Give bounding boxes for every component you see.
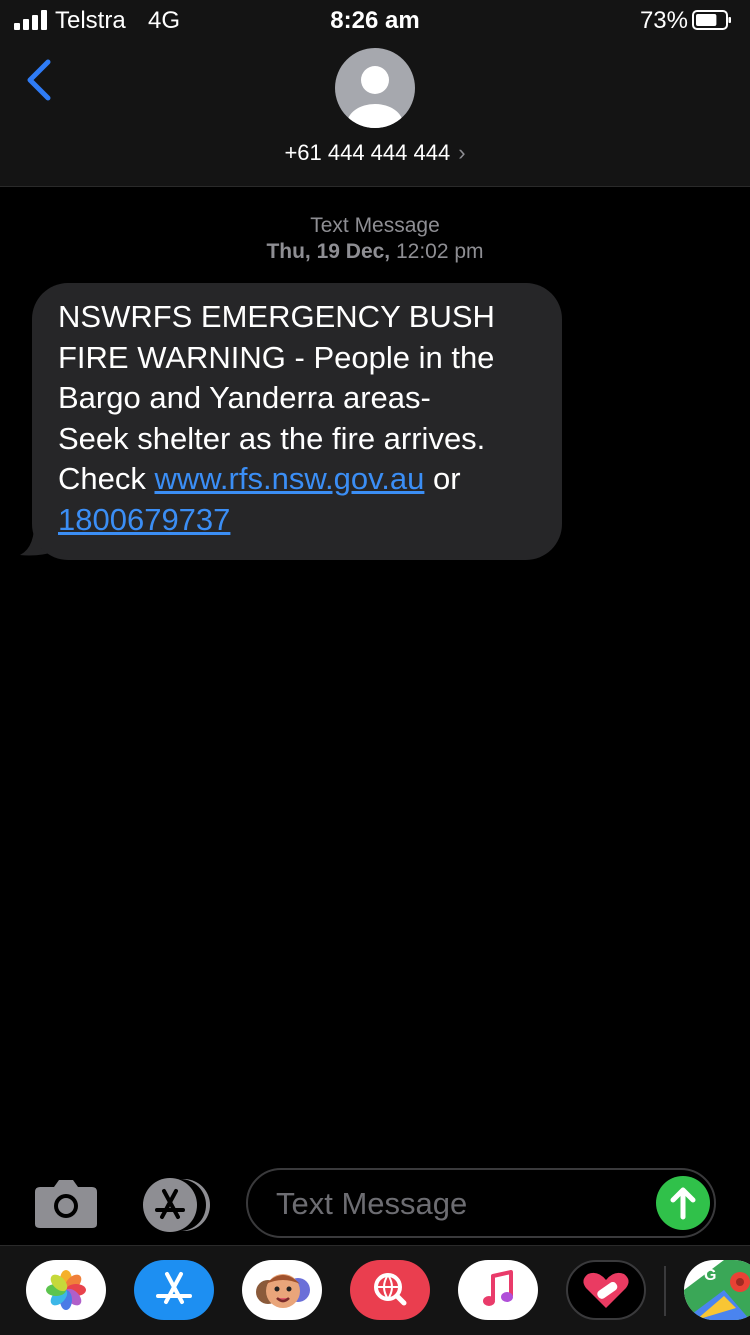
app-drawer: G: [0, 1245, 750, 1335]
message-line: NSWRFS EMERGENCY BUSH: [58, 299, 495, 334]
conversation-header: +61 444 444 444 ›: [0, 40, 750, 187]
back-button[interactable]: [18, 54, 62, 106]
photos-app-icon[interactable]: [26, 1260, 106, 1320]
phone-number-link[interactable]: 1800679737: [58, 502, 230, 537]
message-input[interactable]: [274, 1180, 638, 1228]
status-bar: Telstra 4G 8:26 am 73%: [0, 0, 750, 40]
message-line: Bargo and Yanderra areas-: [58, 380, 431, 415]
send-button[interactable]: [656, 1176, 710, 1230]
contact-number: +61 444 444 444: [284, 140, 451, 165]
music-app-icon[interactable]: [458, 1260, 538, 1320]
contact-details-link[interactable]: +61 444 444 444 ›: [0, 140, 750, 166]
compose-bar: [0, 1167, 750, 1245]
web-image-search-app-icon[interactable]: [350, 1260, 430, 1320]
arrow-up-icon: [670, 1187, 696, 1220]
google-maps-app-icon[interactable]: G: [684, 1260, 750, 1320]
svg-text:G: G: [704, 1267, 716, 1284]
message-time: 12:02 pm: [390, 240, 484, 263]
contact-avatar[interactable]: [335, 48, 415, 128]
message-input-field[interactable]: [246, 1168, 716, 1238]
message-text: or: [424, 461, 461, 496]
message-timestamp: Text Message Thu, 19 Dec, 12:02 pm: [0, 213, 750, 265]
battery-percent: 73%: [639, 7, 688, 34]
app-drawer-divider: [664, 1266, 666, 1316]
message-date: Thu, 19 Dec,: [266, 240, 391, 263]
service-label: Text Message: [310, 214, 440, 237]
rfs-website-link[interactable]: www.rfs.nsw.gov.au: [154, 461, 424, 496]
message-thread[interactable]: Text Message Thu, 19 Dec, 12:02 pm NSWRF…: [0, 187, 750, 1167]
app-store-app-icon[interactable]: [134, 1260, 214, 1320]
person-icon: [347, 66, 403, 128]
message-text: Check: [58, 461, 155, 496]
chevron-right-icon: ›: [458, 140, 466, 165]
message-bubble[interactable]: NSWRFS EMERGENCY BUSH FIRE WARNING - Peo…: [32, 283, 562, 560]
app-store-icon[interactable]: [138, 1177, 214, 1233]
battery-icon: [692, 10, 731, 30]
message-line: FIRE WARNING - People in the: [58, 339, 495, 375]
message-line: Seek shelter as the fire arrives.: [58, 420, 486, 456]
camera-icon[interactable]: [34, 1177, 98, 1229]
heart-stickers-app-icon[interactable]: [566, 1260, 646, 1320]
memoji-app-icon[interactable]: [242, 1260, 322, 1320]
status-time: 8:26 am: [330, 7, 420, 34]
